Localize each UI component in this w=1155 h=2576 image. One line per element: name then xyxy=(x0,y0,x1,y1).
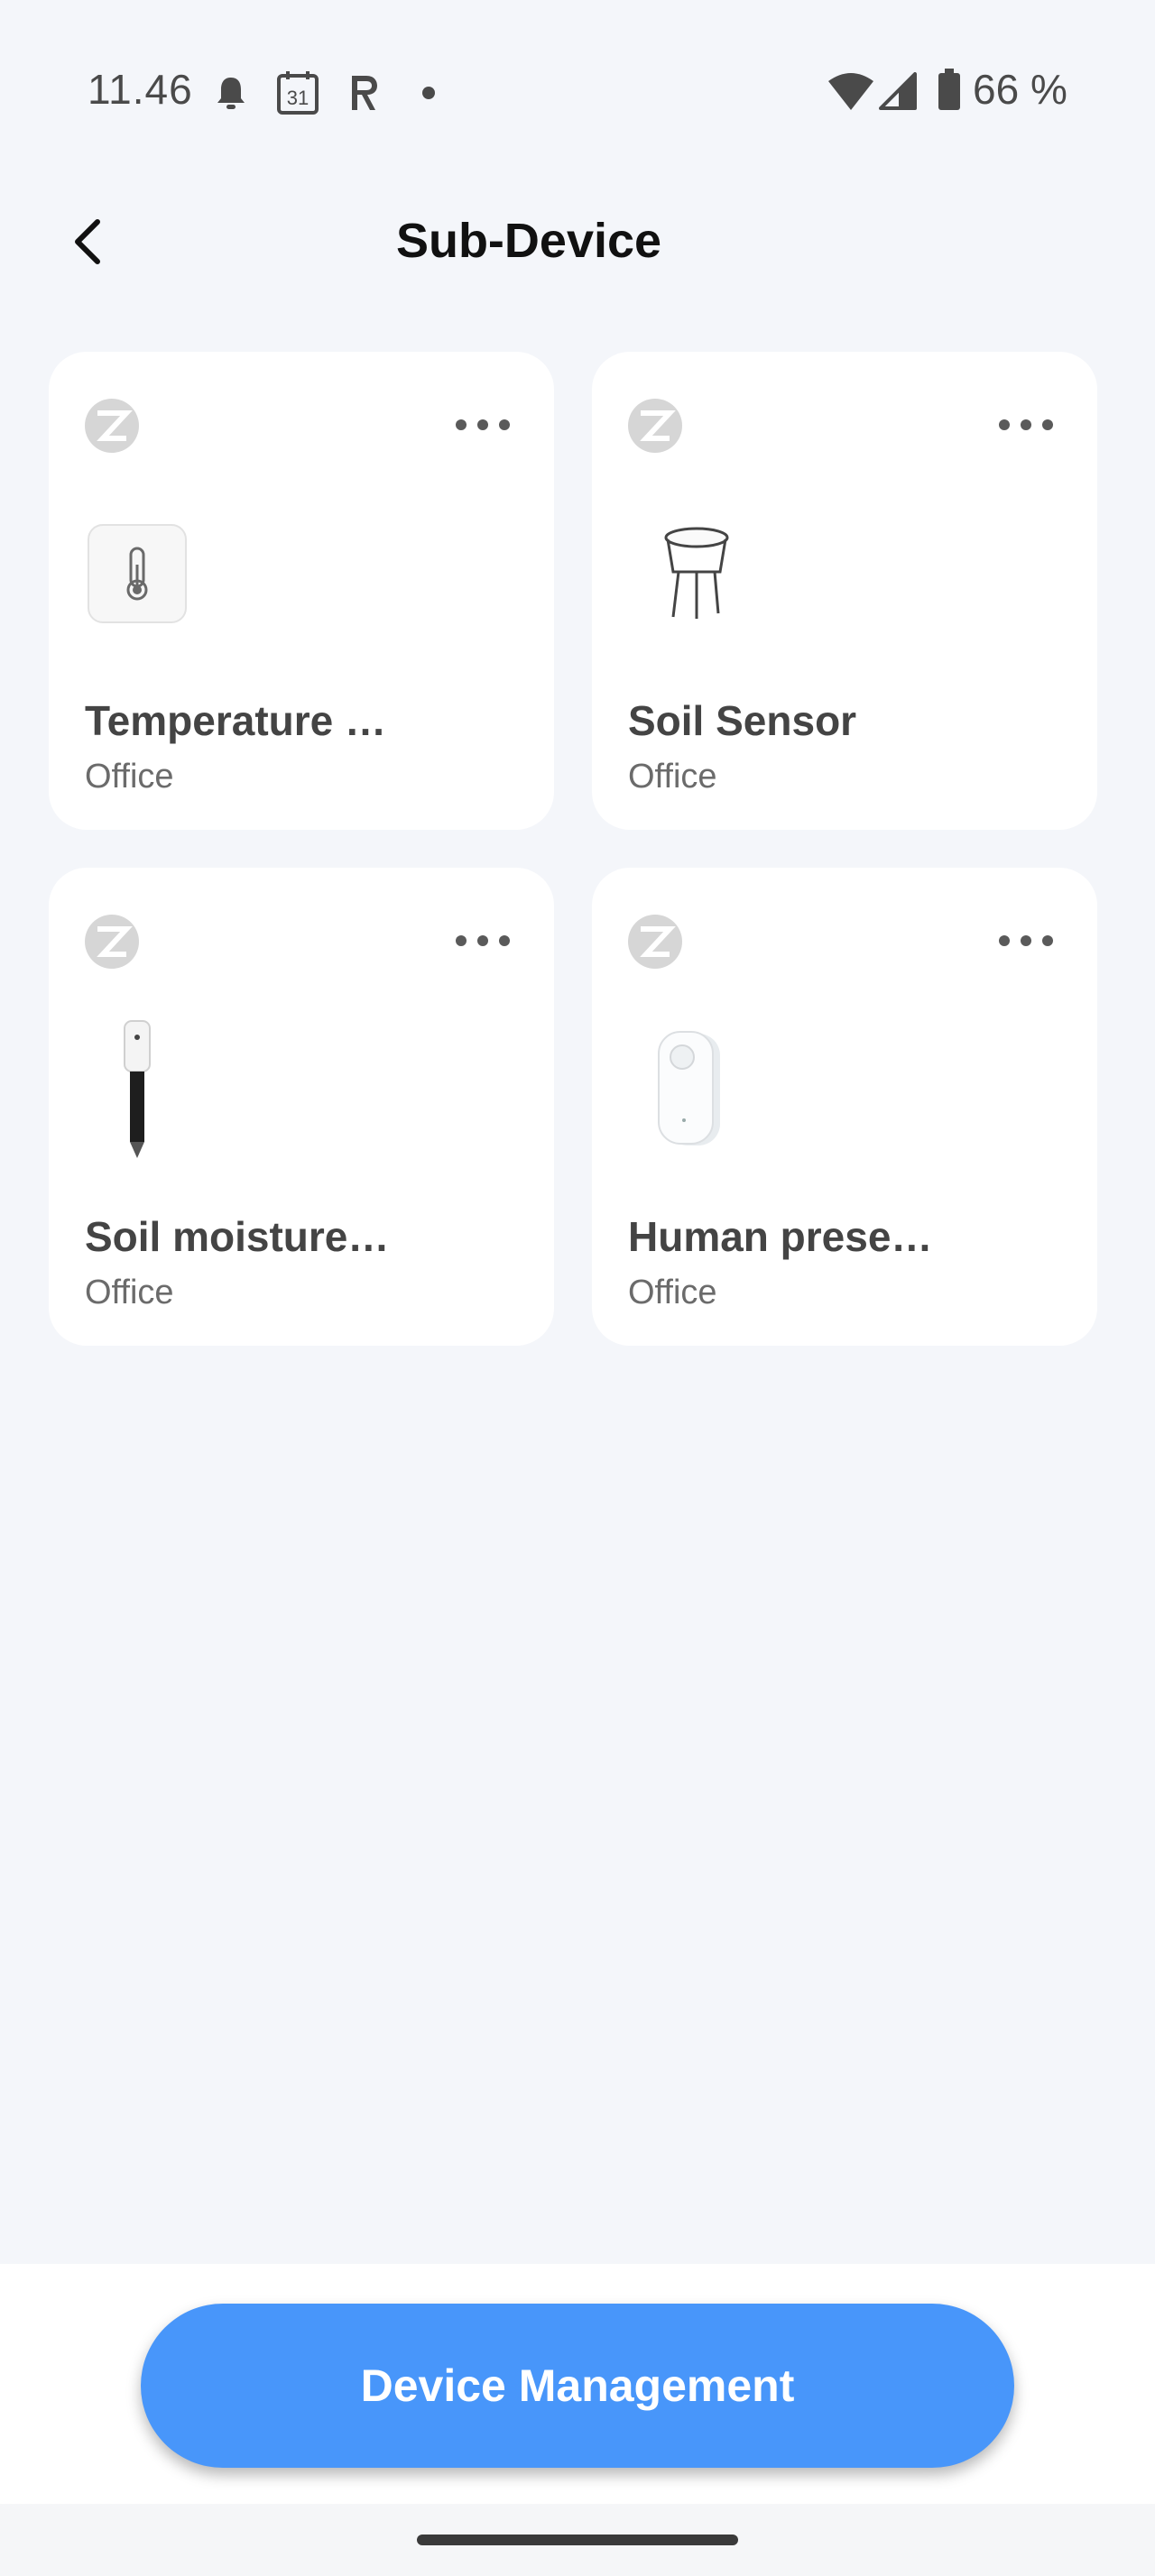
dot-icon xyxy=(422,87,435,104)
device-room: Office xyxy=(85,1274,174,1311)
status-time: 11.46 xyxy=(88,66,193,113)
soil-sensor-icon xyxy=(626,520,735,628)
device-name: Temperature … xyxy=(85,697,387,744)
zigbee-icon xyxy=(626,397,684,455)
device-card-soil-sensor[interactable]: Soil Sensor Office xyxy=(592,352,1097,830)
bottom-bar: Device Management xyxy=(0,2264,1155,2504)
status-bar: 11.46 31 66 % xyxy=(0,0,1155,186)
device-name: Soil Sensor xyxy=(628,697,857,744)
presence-sensor-icon xyxy=(626,1026,735,1153)
device-room: Office xyxy=(628,758,717,796)
calendar-day: 31 xyxy=(287,87,309,109)
zigbee-icon xyxy=(83,913,141,971)
wifi-icon xyxy=(828,72,873,115)
cell-signal-icon xyxy=(879,72,917,115)
thermometer-sensor-icon xyxy=(83,520,191,628)
device-room: Office xyxy=(85,758,174,796)
more-dots-icon[interactable] xyxy=(994,402,1058,447)
zigbee-icon xyxy=(626,913,684,971)
device-card-human-presence[interactable]: Human prese… Office xyxy=(592,868,1097,1346)
home-indicator[interactable] xyxy=(417,2535,738,2545)
more-dots-icon[interactable] xyxy=(451,402,514,447)
header: Sub-Device xyxy=(0,186,1155,298)
device-card-soil-moisture[interactable]: Soil moisture… Office xyxy=(49,868,554,1346)
system-nav-area xyxy=(0,2504,1155,2576)
calendar-icon: 31 xyxy=(276,70,319,120)
page-title: Sub-Device xyxy=(395,214,662,268)
battery-percentage: 66 % xyxy=(973,66,1067,113)
more-dots-icon[interactable] xyxy=(994,918,1058,963)
soil-moisture-probe-icon xyxy=(83,1017,191,1162)
device-name: Soil moisture… xyxy=(85,1213,390,1260)
device-card-temperature[interactable]: Temperature … Office xyxy=(49,352,554,830)
device-management-button[interactable]: Device Management xyxy=(141,2304,1014,2468)
device-name: Human prese… xyxy=(628,1213,933,1260)
battery-icon xyxy=(937,69,962,116)
device-room: Office xyxy=(628,1274,717,1311)
zigbee-icon xyxy=(83,397,141,455)
r-app-icon xyxy=(348,72,381,116)
more-dots-icon[interactable] xyxy=(451,918,514,963)
bell-icon xyxy=(215,76,247,116)
